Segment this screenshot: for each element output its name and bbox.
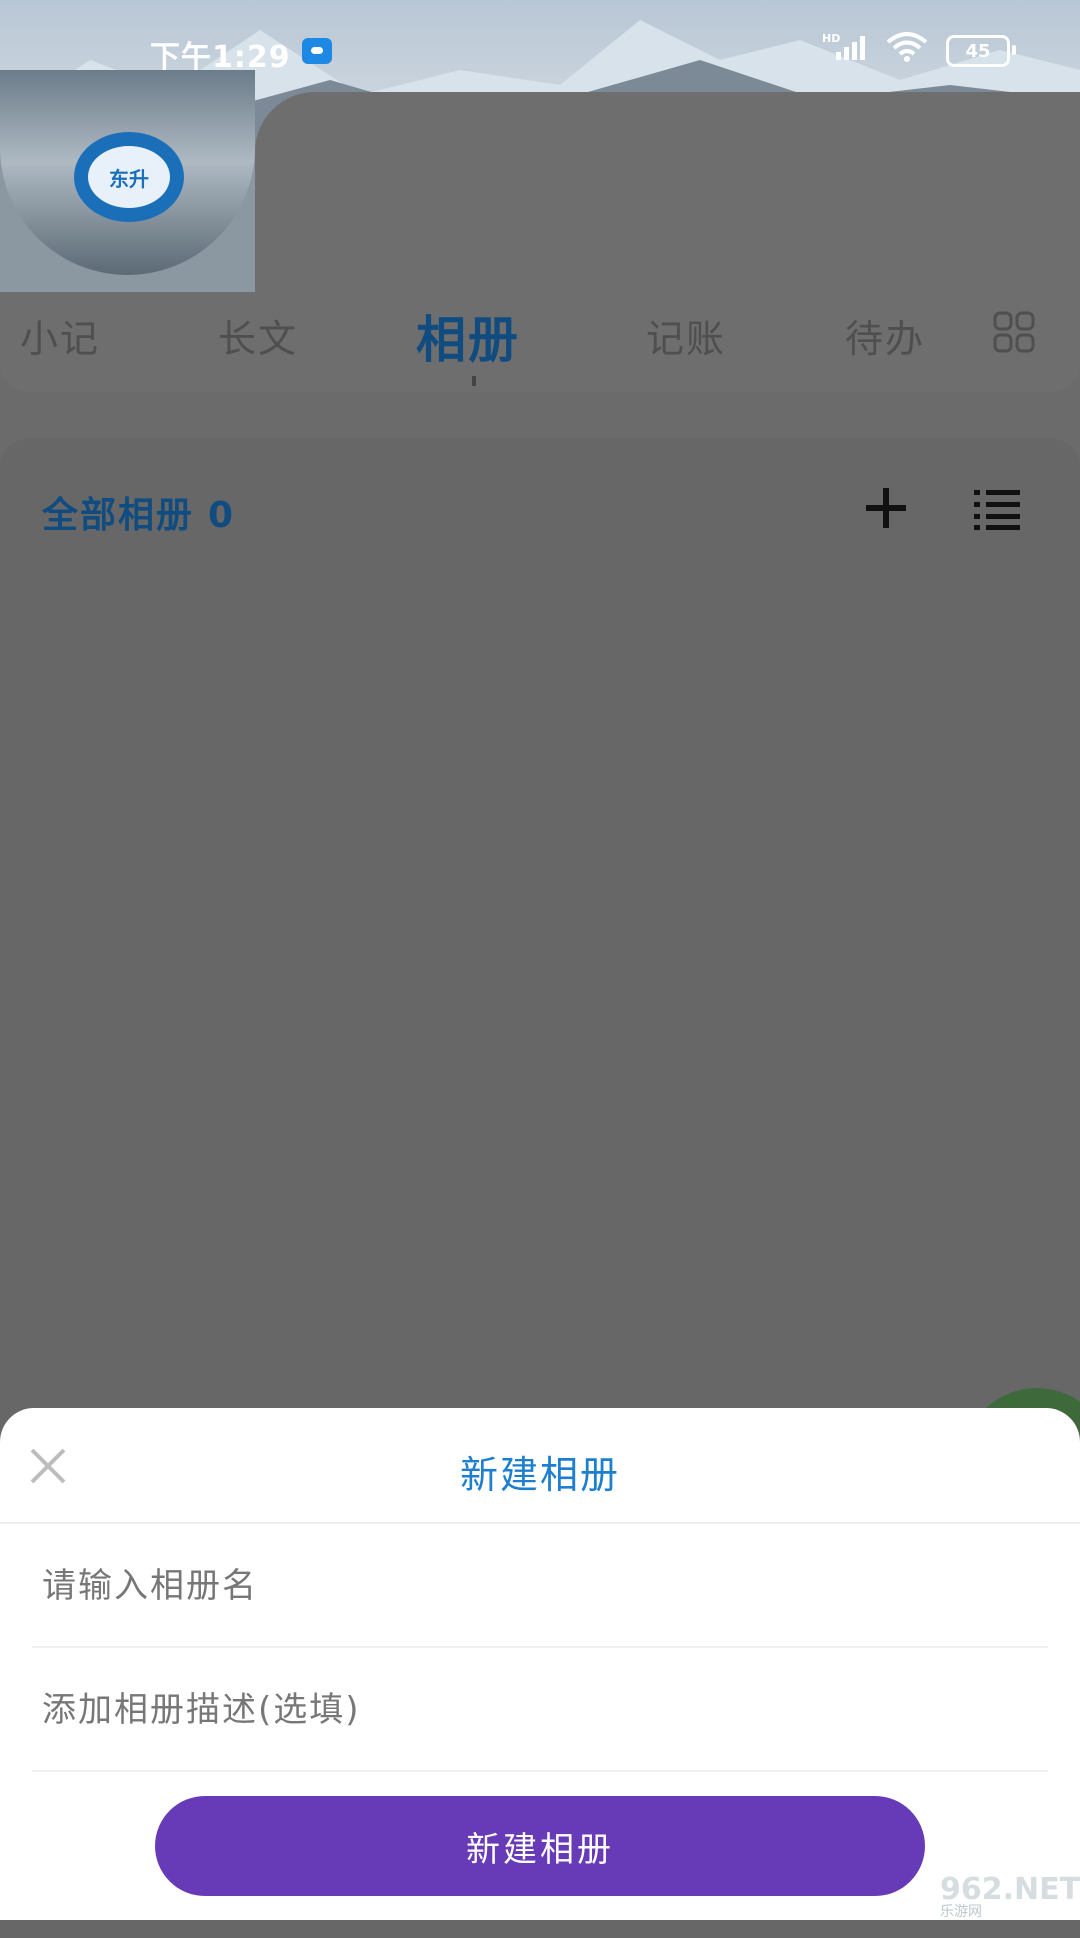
album-name-input[interactable] bbox=[0, 1526, 1080, 1646]
field-divider bbox=[32, 1646, 1048, 1648]
profile-card-background bbox=[255, 92, 1080, 292]
tab-accounting[interactable]: 记账 bbox=[646, 308, 726, 363]
field-divider bbox=[32, 1770, 1048, 1772]
logo-icon: 东升 bbox=[74, 132, 184, 222]
sheet-divider bbox=[0, 1522, 1080, 1524]
logo-text: 东升 bbox=[88, 146, 170, 208]
network-type-label: HD bbox=[822, 32, 840, 45]
wifi-icon bbox=[886, 32, 928, 70]
add-album-icon[interactable] bbox=[862, 484, 910, 532]
album-title: 全部相册 bbox=[42, 495, 195, 536]
tab-articles[interactable]: 长文 bbox=[218, 308, 298, 363]
battery-level: 45 bbox=[965, 40, 991, 62]
new-album-sheet: 新建相册 新建相册 bbox=[0, 1408, 1080, 1920]
list-view-icon[interactable] bbox=[972, 486, 1022, 530]
tab-todo[interactable]: 待办 bbox=[845, 308, 925, 363]
album-description-input[interactable] bbox=[0, 1650, 1080, 1770]
category-tabs: 小记 长文 相册 记账 待办 bbox=[0, 292, 1080, 392]
signal-icon: HD bbox=[822, 32, 868, 70]
active-tab-indicator bbox=[472, 376, 476, 386]
grid-menu-icon[interactable] bbox=[992, 310, 1036, 354]
app-notification-icon bbox=[302, 38, 332, 64]
sheet-title: 新建相册 bbox=[459, 1453, 620, 1497]
album-count: 0 bbox=[208, 495, 236, 536]
watermark: 962.NET 乐游网 bbox=[940, 1872, 1080, 1921]
album-header: 全部相册 0 bbox=[42, 486, 235, 538]
status-icons: HD 45 bbox=[822, 32, 1016, 70]
tab-notes[interactable]: 小记 bbox=[20, 308, 100, 363]
create-album-button[interactable]: 新建相册 bbox=[155, 1796, 925, 1896]
battery-icon: 45 bbox=[946, 35, 1016, 67]
tab-albums[interactable]: 相册 bbox=[416, 300, 520, 372]
